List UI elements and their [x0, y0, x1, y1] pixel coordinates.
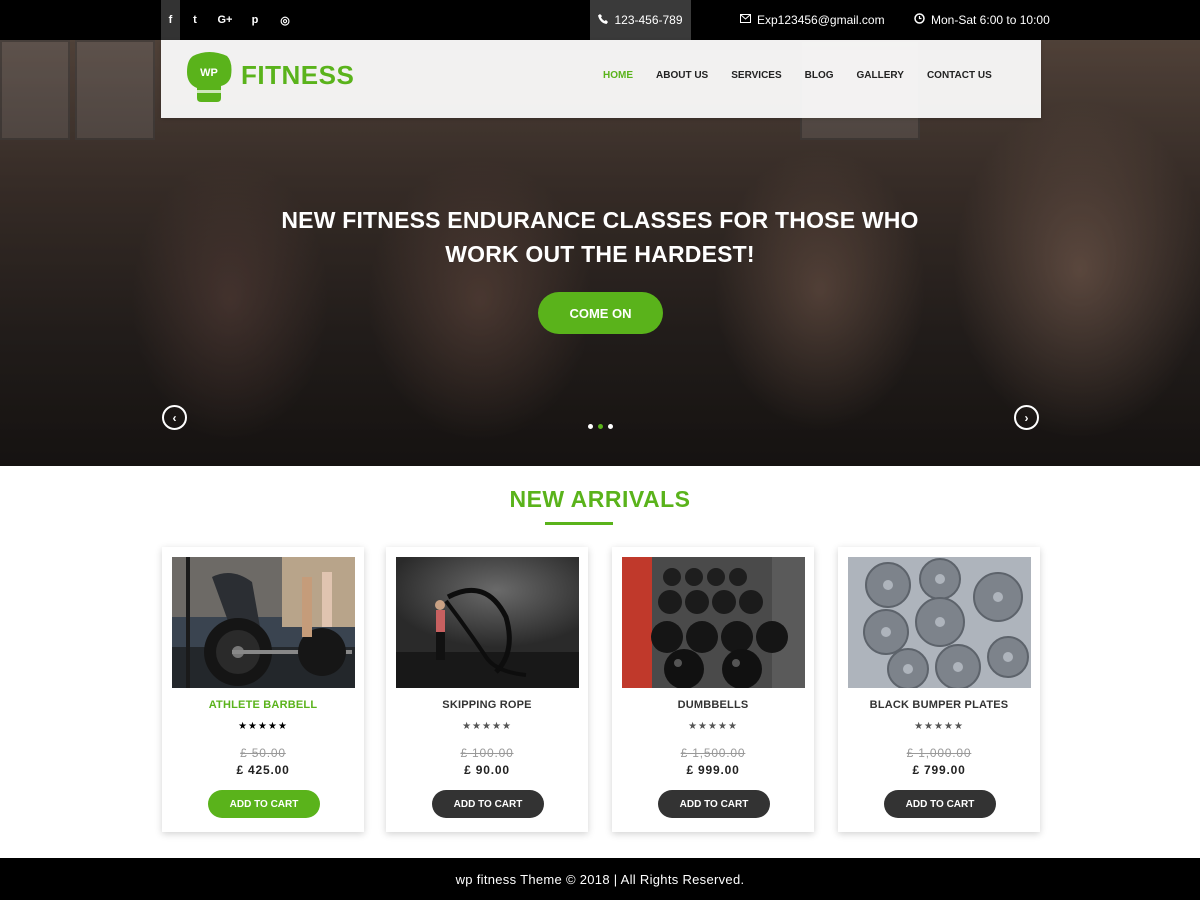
come-on-button[interactable]: COME ON — [538, 292, 663, 334]
product-card-dumbbells: DUMBBELLS ★★★★★ £ 1,500.00 £ 999.00 ADD … — [612, 547, 814, 832]
rating-stars: ★★★★★ — [462, 721, 512, 732]
boxing-glove-logo-icon[interactable]: WP — [185, 50, 233, 102]
facebook-icon[interactable]: f — [161, 0, 180, 40]
sale-price: £ 999.00 — [686, 763, 740, 777]
product-name[interactable]: SKIPPING ROPE — [386, 699, 588, 711]
site-logo-text[interactable]: FITNESS — [241, 60, 354, 91]
next-slide-icon[interactable]: › — [1014, 405, 1039, 430]
product-name[interactable]: BLACK BUMPER PLATES — [838, 699, 1040, 711]
nav-gallery[interactable]: GALLERY — [857, 70, 904, 81]
product-image[interactable] — [396, 557, 579, 688]
google-plus-icon[interactable]: G+ — [210, 0, 240, 40]
product-name[interactable]: DUMBBELLS — [612, 699, 814, 711]
top-bar: f t G+ p ◎ 123-456-789 Exp123456@gmail.c… — [0, 0, 1200, 40]
old-price: £ 50.00 — [240, 746, 286, 760]
product-card-athlete-barbell: ATHLETE BARBELL ★★★★★ £ 50.00 £ 425.00 A… — [162, 547, 364, 832]
product-card-skipping-rope: SKIPPING ROPE ★★★★★ £ 100.00 £ 90.00 ADD… — [386, 547, 588, 832]
add-to-cart-button[interactable]: ADD TO CART — [208, 790, 320, 818]
phone-number: 123-456-789 — [614, 13, 683, 27]
social-links: f t G+ p ◎ — [161, 0, 300, 40]
main-nav: HOME ABOUT US SERVICES BLOG GALLERY CONT… — [603, 70, 992, 81]
nav-services[interactable]: SERVICES — [731, 70, 781, 81]
nav-about-us[interactable]: ABOUT US — [656, 70, 708, 81]
sale-price: £ 799.00 — [912, 763, 966, 777]
rating-stars: ★★★★★ — [914, 721, 964, 732]
logo-badge-text: WP — [200, 67, 218, 79]
hours-text: Mon-Sat 6:00 to 10:00 — [931, 13, 1050, 27]
hero-title-line: WORK OUT THE HARDEST! — [445, 241, 755, 267]
product-name[interactable]: ATHLETE BARBELL — [162, 699, 364, 711]
add-to-cart-button[interactable]: ADD TO CART — [432, 790, 544, 818]
product-card-black-bumper-plates: BLACK BUMPER PLATES ★★★★★ £ 1,000.00 £ 7… — [838, 547, 1040, 832]
hero-title-line: NEW FITNESS ENDURANCE CLASSES FOR THOSE … — [281, 207, 919, 233]
site-header: WP FITNESS HOME ABOUT US SERVICES BLOG G… — [161, 40, 1041, 118]
slide-dot[interactable] — [588, 424, 593, 429]
opening-hours: Mon-Sat 6:00 to 10:00 — [914, 0, 1050, 40]
old-price: £ 1,000.00 — [906, 746, 972, 760]
phone-icon — [598, 13, 609, 27]
product-image[interactable] — [848, 557, 1031, 688]
prev-slide-icon[interactable]: ‹ — [162, 405, 187, 430]
copyright-text: wp fitness Theme © 2018 | All Rights Res… — [455, 871, 745, 887]
nav-home[interactable]: HOME — [603, 70, 633, 81]
nav-blog[interactable]: BLOG — [805, 70, 834, 81]
slide-dot[interactable] — [608, 424, 613, 429]
twitter-icon[interactable]: t — [180, 0, 210, 40]
rating-stars: ★★★★★ — [238, 721, 288, 732]
rating-stars: ★★★★★ — [688, 721, 738, 732]
slide-indicators — [588, 424, 613, 429]
pinterest-icon[interactable]: p — [240, 0, 270, 40]
title-underline — [545, 522, 613, 525]
instagram-icon[interactable]: ◎ — [270, 0, 300, 40]
product-image[interactable] — [172, 557, 355, 688]
old-price: £ 1,500.00 — [680, 746, 746, 760]
clock-icon — [914, 13, 925, 27]
add-to-cart-button[interactable]: ADD TO CART — [658, 790, 770, 818]
site-footer: wp fitness Theme © 2018 | All Rights Res… — [0, 858, 1200, 900]
email-address: Exp123456@gmail.com — [757, 13, 885, 27]
sale-price: £ 425.00 — [236, 763, 290, 777]
add-to-cart-button[interactable]: ADD TO CART — [884, 790, 996, 818]
phone-contact[interactable]: 123-456-789 — [590, 0, 691, 40]
new-arrivals-title: NEW ARRIVALS — [509, 486, 691, 512]
product-image[interactable] — [622, 557, 805, 688]
nav-contact-us[interactable]: CONTACT US — [927, 70, 992, 81]
old-price: £ 100.00 — [460, 746, 514, 760]
sale-price: £ 90.00 — [464, 763, 510, 777]
email-contact[interactable]: Exp123456@gmail.com — [740, 0, 885, 40]
envelope-icon — [740, 14, 751, 26]
hero-title: NEW FITNESS ENDURANCE CLASSES FOR THOSE … — [250, 203, 950, 271]
slide-dot-active[interactable] — [598, 424, 603, 429]
